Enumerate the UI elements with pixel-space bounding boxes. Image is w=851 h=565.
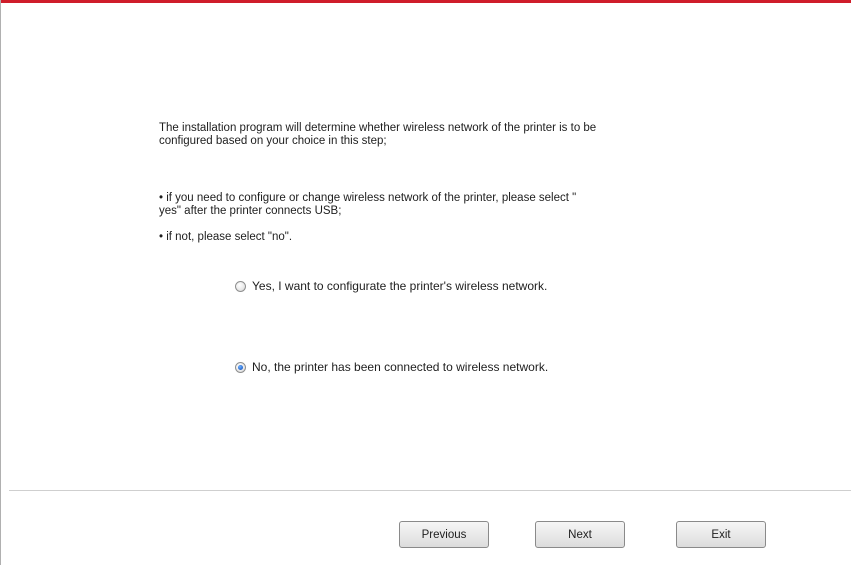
next-button[interactable]: Next bbox=[535, 521, 625, 548]
option-yes-configure[interactable]: Yes, I want to configurate the printer's… bbox=[235, 279, 547, 293]
previous-button[interactable]: Previous bbox=[399, 521, 489, 548]
option-yes-label[interactable]: Yes, I want to configurate the printer's… bbox=[252, 279, 547, 293]
option-no-label[interactable]: No, the printer has been connected to wi… bbox=[252, 360, 548, 374]
option-no-connected[interactable]: No, the printer has been connected to wi… bbox=[235, 360, 548, 374]
intro-line-2: configured based on your choice in this … bbox=[159, 135, 387, 147]
bullet-configure-line-2: yes" after the printer connects USB; bbox=[159, 205, 342, 217]
intro-text: The installation program will determine … bbox=[159, 122, 679, 148]
bullet-configure: • if you need to configure or change wir… bbox=[159, 192, 679, 218]
bullet-configure-line-1: • if you need to configure or change wir… bbox=[159, 192, 577, 204]
exit-button[interactable]: Exit bbox=[676, 521, 766, 548]
content-area: The installation program will determine … bbox=[1, 3, 851, 490]
bullet-not-configure: • if not, please select "no". bbox=[159, 231, 293, 243]
footer-bar: Previous Next Exit bbox=[1, 491, 851, 565]
radio-no[interactable] bbox=[235, 361, 246, 373]
installer-window: The installation program will determine … bbox=[0, 0, 851, 565]
radio-yes[interactable] bbox=[235, 280, 246, 292]
intro-line-1: The installation program will determine … bbox=[159, 122, 597, 134]
